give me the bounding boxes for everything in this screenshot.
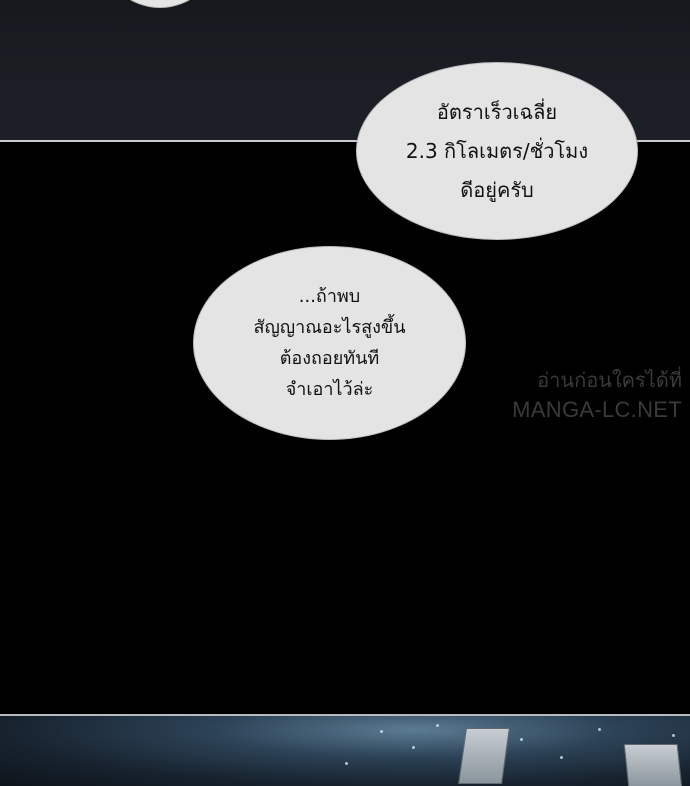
sparkle-particle	[560, 756, 563, 759]
bubble-text-line: สัญญาณอะไรสูงขึ้น	[253, 317, 406, 338]
watermark-site-text: MANGA-LC.NET	[512, 397, 682, 422]
sparkle-particle	[412, 746, 415, 749]
bubble-text-line: ต้องถอยทันที	[279, 348, 380, 369]
sparkle-particle	[672, 734, 675, 737]
speech-bubble-warning: ...ถ้าพบ สัญญาณอะไรสูงขึ้น ต้องถอยทันที …	[193, 246, 466, 440]
bubble-text-line: ...ถ้าพบ	[298, 286, 361, 307]
submarine-hull-part	[458, 728, 510, 784]
submarine-hull-part	[623, 744, 683, 786]
watermark-thai-text: อ่านก่อนใครได้ที่	[537, 370, 682, 392]
sparkle-particle	[380, 730, 383, 733]
bubble-text-line: 2.3 กิโลเมตร/ชั่วโมง	[405, 138, 589, 163]
sparkle-particle	[436, 724, 439, 727]
speech-bubble-speed: อัตราเร็วเฉลี่ย 2.3 กิโลเมตร/ชั่วโมง ดีอ…	[356, 62, 638, 240]
underwater-scene-panel	[0, 716, 690, 786]
bubble-text-line: จำเอาไว้ล่ะ	[285, 379, 374, 400]
sparkle-particle	[520, 738, 523, 741]
watermark: อ่านก่อนใครได้ที่ MANGA-LC.NET	[478, 367, 682, 425]
sparkle-particle	[598, 728, 601, 731]
bubble-text-line: อัตราเร็วเฉลี่ย	[436, 99, 558, 124]
bubble-text-line: ดีอยู่ครับ	[460, 177, 534, 202]
sparkle-particle	[345, 762, 348, 765]
